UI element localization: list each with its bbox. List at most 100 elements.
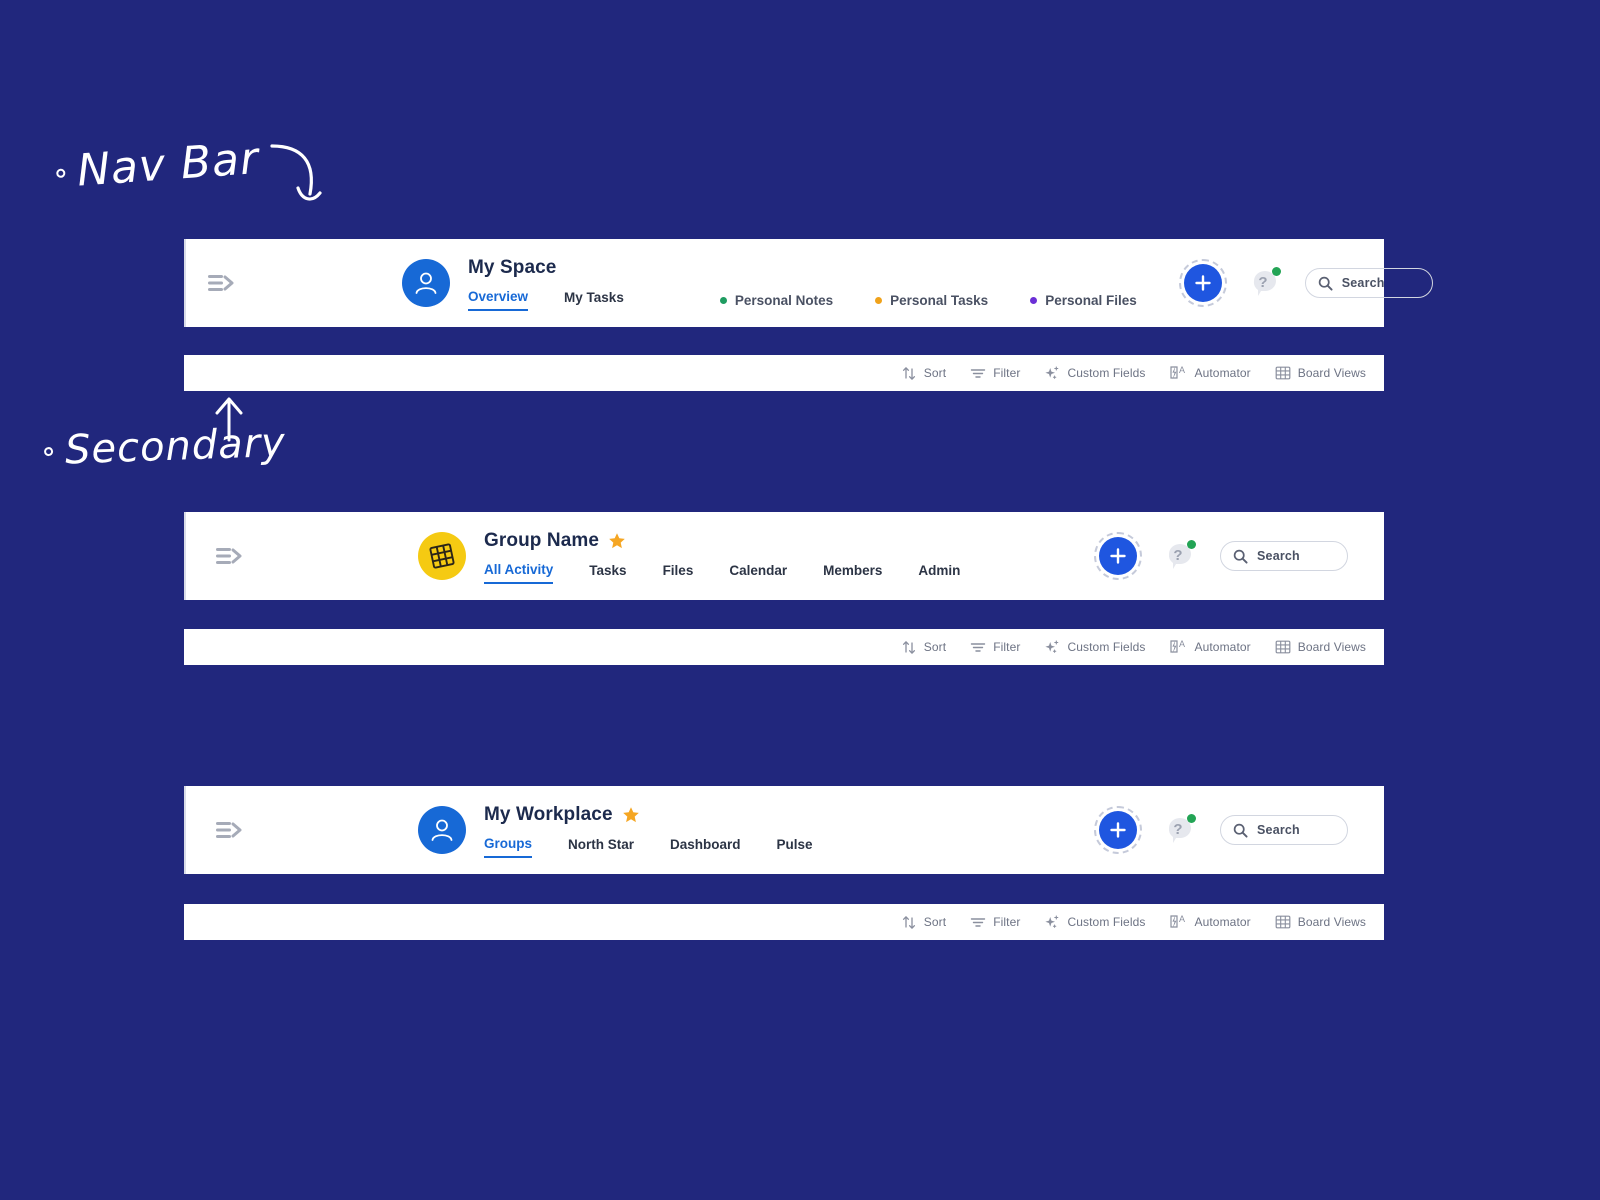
- search-icon: [1233, 823, 1248, 838]
- automator-button[interactable]: A Automator: [1169, 639, 1251, 655]
- sort-button[interactable]: Sort: [902, 366, 946, 381]
- tab-personal-tasks-label: Personal Tasks: [890, 293, 989, 308]
- title-row: My Space: [468, 256, 1179, 280]
- automator-icon: A: [1170, 914, 1185, 929]
- board-views-button[interactable]: Board Views: [1275, 914, 1366, 930]
- sort-button[interactable]: Sort: [902, 640, 946, 655]
- filter-label: Filter: [993, 915, 1021, 929]
- nav-bar-group-name: Group Name All Activity Tasks Files Cale…: [184, 512, 1384, 600]
- board-views-label: Board Views: [1297, 640, 1366, 654]
- tab-north-star[interactable]: North Star: [568, 838, 634, 857]
- sparkle-icon: [1045, 915, 1059, 928]
- board-views-label: Board Views: [1297, 366, 1366, 380]
- nav-tabs: Groups North Star Dashboard Pulse: [484, 837, 849, 858]
- automator-label: Automator: [1194, 366, 1251, 380]
- tab-members[interactable]: Members: [823, 564, 882, 583]
- notification-badge-icon: [1187, 814, 1196, 823]
- automator-button[interactable]: A Automator: [1169, 365, 1251, 381]
- add-button[interactable]: [1094, 806, 1142, 854]
- sort-icon: [902, 915, 915, 929]
- filter-label: Filter: [993, 366, 1021, 380]
- tab-personal-tasks[interactable]: Personal Tasks: [875, 293, 988, 308]
- board-views-label: Board Views: [1297, 915, 1366, 929]
- sort-icon: [902, 640, 915, 654]
- add-icon: [1099, 537, 1137, 575]
- tab-files[interactable]: Files: [663, 564, 694, 583]
- brand-text: Group Name All Activity Tasks Files Cale…: [484, 529, 996, 584]
- search-input[interactable]: Search: [1220, 815, 1348, 845]
- board-views-button[interactable]: Board Views: [1275, 639, 1366, 655]
- tab-all-activity[interactable]: All Activity: [484, 563, 554, 584]
- tab-pulse[interactable]: Pulse: [777, 838, 813, 857]
- search-placeholder: Search: [1341, 276, 1385, 290]
- help-button[interactable]: ?: [1158, 534, 1202, 578]
- custom-fields-button[interactable]: Custom Fields: [1044, 365, 1145, 381]
- sort-button[interactable]: Sort: [902, 915, 946, 930]
- star-icon[interactable]: [622, 806, 640, 824]
- add-icon: [1099, 811, 1137, 849]
- custom-fields-button[interactable]: Custom Fields: [1044, 639, 1145, 655]
- nav-tabs: All Activity Tasks Files Calendar Member…: [484, 563, 996, 584]
- status-dot-green-icon: [719, 297, 727, 304]
- tab-groups[interactable]: Groups: [484, 837, 533, 858]
- user-avatar-icon[interactable]: [418, 806, 466, 854]
- search-input[interactable]: Search: [1220, 541, 1348, 571]
- nav-actions: ? Search: [1094, 532, 1348, 580]
- automator-icon: A: [1170, 365, 1185, 380]
- filter-icon: [971, 368, 986, 378]
- menu-collapse-icon[interactable]: [208, 809, 250, 851]
- automator-label: Automator: [1194, 915, 1251, 929]
- custom-fields-label: Custom Fields: [1067, 366, 1146, 380]
- add-icon: [1183, 264, 1222, 302]
- brand-text: My Space Overview My Tasks Personal Note…: [468, 256, 1179, 311]
- sort-label: Sort: [923, 366, 947, 380]
- star-icon[interactable]: [608, 532, 626, 550]
- automator-label: Automator: [1194, 640, 1251, 654]
- sort-label: Sort: [923, 915, 947, 929]
- status-dot-orange-icon: [875, 297, 883, 304]
- add-button[interactable]: [1094, 532, 1142, 580]
- nav-actions: ? Search: [1094, 806, 1348, 854]
- tab-overview[interactable]: Overview: [468, 290, 529, 311]
- tab-calendar[interactable]: Calendar: [729, 564, 787, 583]
- sort-icon: [902, 366, 915, 380]
- tab-dashboard[interactable]: Dashboard: [670, 838, 741, 857]
- tab-admin[interactable]: Admin: [918, 564, 960, 583]
- filter-icon: [971, 917, 986, 927]
- nav-actions: ? Search: [1178, 259, 1433, 307]
- grid-icon: [1275, 366, 1291, 380]
- custom-fields-button[interactable]: Custom Fields: [1044, 914, 1145, 930]
- secondary-toolbar-2: Sort Filter Custom Fields A Automator Bo…: [184, 629, 1384, 665]
- tab-personal-notes[interactable]: Personal Notes: [719, 293, 833, 308]
- add-button[interactable]: [1178, 259, 1227, 307]
- filter-button[interactable]: Filter: [970, 640, 1020, 655]
- tab-my-tasks[interactable]: My Tasks: [564, 291, 624, 310]
- annotation-nav-bar: Nav Bar: [54, 132, 261, 198]
- filter-label: Filter: [993, 640, 1021, 654]
- automator-button[interactable]: A Automator: [1169, 914, 1251, 930]
- tab-personal-files[interactable]: Personal Files: [1030, 293, 1137, 308]
- user-avatar-icon[interactable]: [402, 259, 450, 307]
- search-input[interactable]: Search: [1304, 268, 1433, 298]
- page-title: Group Name: [484, 530, 600, 551]
- nav-bar-my-space: My Space Overview My Tasks Personal Note…: [184, 239, 1433, 327]
- brand-block: Group Name All Activity Tasks Files Cale…: [418, 529, 996, 584]
- nav-bar-my-workplace: My Workplace Groups North Star Dashboard…: [184, 786, 1384, 874]
- filter-button[interactable]: Filter: [970, 915, 1020, 930]
- brand-block: My Space Overview My Tasks Personal Note…: [402, 256, 1179, 311]
- sort-label: Sort: [923, 640, 947, 654]
- filter-button[interactable]: Filter: [970, 366, 1020, 381]
- menu-collapse-icon[interactable]: [208, 535, 250, 577]
- notification-badge-icon: [1271, 267, 1281, 276]
- board-views-button[interactable]: Board Views: [1275, 365, 1366, 381]
- help-button[interactable]: ?: [1243, 261, 1287, 305]
- tab-tasks[interactable]: Tasks: [589, 564, 626, 583]
- sparkle-icon: [1045, 640, 1059, 653]
- menu-collapse-icon[interactable]: [208, 262, 234, 304]
- grid-icon: [1275, 640, 1291, 654]
- search-placeholder: Search: [1257, 549, 1300, 563]
- grid-avatar-icon[interactable]: [418, 532, 466, 580]
- annotation-nav-bar-text: Nav Bar: [75, 132, 261, 197]
- svg-text:A: A: [1179, 365, 1185, 375]
- help-button[interactable]: ?: [1158, 808, 1202, 852]
